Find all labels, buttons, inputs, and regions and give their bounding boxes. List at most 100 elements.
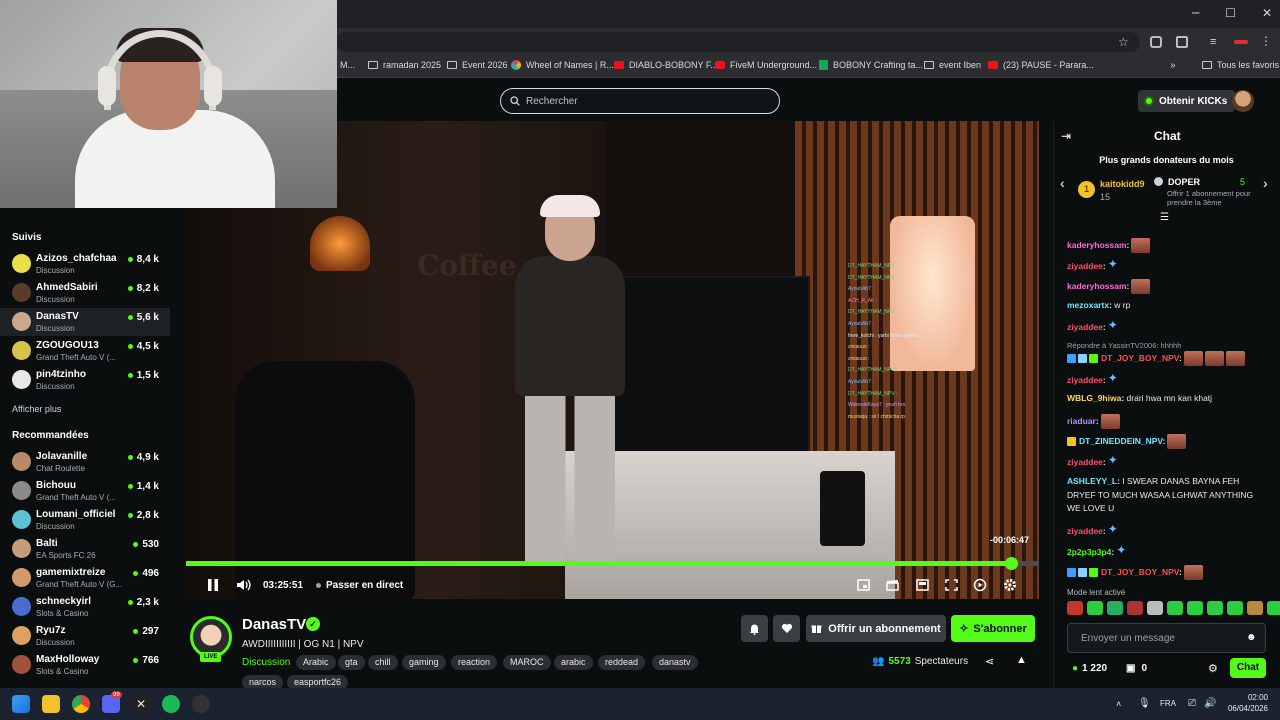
tag[interactable]: reddead — [598, 655, 646, 670]
sidebar-channel-schneckyirl[interactable]: schneckyirl Slots & Casino 2,3 k — [0, 593, 170, 621]
category-link[interactable]: Discussion — [242, 657, 290, 668]
spotify-icon[interactable] — [162, 695, 180, 713]
progress-bar[interactable] — [186, 561, 1011, 566]
sidebar-channel-bichouu[interactable]: Bichouu Grand Theft Auto V (... 1,4 k — [0, 477, 170, 505]
pause-button[interactable] — [207, 578, 219, 597]
emote[interactable] — [1167, 601, 1183, 615]
emote[interactable] — [1267, 601, 1280, 615]
tag[interactable]: gaming — [402, 655, 446, 670]
minimize-icon[interactable]: ─ — [1192, 6, 1199, 20]
sidebar-channel-jolavanille[interactable]: Jolavanille Chat Roulette 4,9 k — [0, 448, 170, 476]
chevron-right-icon[interactable]: » — [1170, 60, 1176, 71]
emote[interactable] — [1147, 601, 1163, 615]
settings-button[interactable] — [1003, 578, 1017, 597]
network-icon[interactable]: ⎚ — [1188, 698, 1196, 709]
bookmark-item[interactable]: DIABLO-BOBONY F... — [614, 60, 718, 70]
windows-start-icon[interactable] — [12, 695, 30, 713]
chrome-icon[interactable] — [72, 695, 90, 713]
playlist-icon[interactable]: ≡ — [1210, 36, 1216, 48]
chat-message-input[interactable]: Envoyer un message — [1067, 623, 1266, 653]
microphone-icon[interactable]: 🎙 — [1138, 698, 1151, 709]
tag[interactable]: MAROC — [503, 655, 551, 670]
collapse-chat-icon[interactable]: ⇥ — [1061, 129, 1071, 143]
bookmark-item[interactable]: event Iben — [924, 60, 981, 70]
search-input[interactable]: Rechercher — [500, 88, 780, 114]
profile-flag-icon[interactable] — [1234, 40, 1248, 44]
clip-button[interactable] — [886, 578, 899, 596]
sidebar-channel-zgougou13[interactable]: ZGOUGOU13 Grand Theft Auto V (... 4,5 k — [0, 337, 170, 365]
gift-subscription-button[interactable]: Offrir un abonnement — [806, 615, 946, 642]
emote[interactable] — [1247, 601, 1263, 615]
chevron-up-icon[interactable]: ˄ — [1116, 699, 1121, 709]
user-avatar[interactable] — [1232, 90, 1254, 112]
get-kicks-button[interactable]: Obtenir KICKs — [1138, 90, 1236, 112]
chat-settings-icon[interactable]: ⚙ — [1208, 662, 1218, 675]
sidebar-channel-balti[interactable]: Balti EA Sports FC 26 530 — [0, 535, 170, 563]
tag[interactable]: arabic — [554, 655, 593, 670]
sidebar-channel-maxholloway[interactable]: MaxHolloway Slots & Casino 766 — [0, 651, 170, 679]
sidebar-channel-azizos[interactable]: Azizos_chafchaa Discussion 8,4 k — [0, 250, 170, 278]
progress-handle[interactable] — [1005, 557, 1018, 570]
maximize-icon[interactable]: ☐ — [1225, 6, 1236, 20]
sidebar-channel-loumani[interactable]: Loumani_officiel Discussion 2,8 k — [0, 506, 170, 534]
bookmark-item[interactable]: ramadan 2025 — [368, 60, 441, 70]
bookmark-item[interactable]: Event 2026 — [447, 60, 508, 70]
subscribe-button[interactable]: ✧ S'abonner — [951, 615, 1035, 642]
chevron-left-icon[interactable]: ‹ — [1060, 175, 1065, 191]
star-icon[interactable]: ☆ — [1118, 35, 1129, 49]
emote: ✦ — [1116, 543, 1127, 557]
speed-button[interactable] — [973, 578, 987, 597]
sidebar-channel-ryu7z[interactable]: Ryu7z Discussion 297 — [0, 622, 170, 650]
emote[interactable] — [1067, 601, 1083, 615]
emote[interactable] — [1207, 601, 1223, 615]
tag[interactable]: chill — [368, 655, 398, 670]
app-icon[interactable] — [192, 695, 210, 713]
miniplayer-button[interactable] — [857, 578, 870, 596]
emote[interactable] — [1227, 601, 1243, 615]
notification-button[interactable] — [741, 615, 768, 642]
chevron-right-icon[interactable]: › — [1263, 175, 1268, 191]
tag[interactable]: Arabic — [296, 655, 336, 670]
bookmark-item[interactable]: M... — [340, 60, 355, 70]
pinned-toggle-icon[interactable]: ☰ — [1160, 212, 1169, 223]
show-more-link[interactable]: Afficher plus — [12, 404, 61, 414]
follow-button[interactable] — [773, 615, 800, 642]
tag[interactable]: danastv — [652, 655, 698, 670]
points-balance[interactable]: ▣ 0 — [1126, 663, 1147, 674]
sidebar-channel-pin4tzinho[interactable]: pin4tzinho Discussion 1,5 k — [0, 366, 170, 394]
bookmark-item[interactable]: BOBONY Crafting ta... — [819, 60, 923, 70]
share-icon[interactable]: ⋖ — [985, 655, 994, 668]
close-icon[interactable]: ✕ — [1262, 6, 1272, 20]
emote[interactable] — [1127, 601, 1143, 615]
puzzle-icon[interactable] — [1176, 36, 1188, 48]
tag[interactable]: gta — [338, 655, 365, 670]
emoji-icon[interactable]: ☻ — [1246, 632, 1257, 643]
fullscreen-button[interactable] — [945, 578, 958, 596]
language-indicator[interactable]: FRA — [1160, 699, 1176, 708]
kicks-balance[interactable]: ● 1 220 — [1072, 663, 1107, 674]
system-clock[interactable]: 02:00 06/04/2026 — [1228, 692, 1268, 714]
emote[interactable] — [1087, 601, 1103, 615]
chat-send-button[interactable]: Chat — [1230, 658, 1266, 678]
sidebar-channel-gamemixtreize[interactable]: gamemixtreize Grand Theft Auto V (G... 4… — [0, 564, 170, 592]
x-app-icon[interactable]: ✕ — [132, 695, 150, 713]
url-field[interactable] — [336, 32, 1140, 52]
channel-name[interactable]: DanasTV — [242, 616, 306, 633]
volume-button[interactable] — [236, 578, 251, 597]
extension-icon[interactable] — [1150, 36, 1162, 48]
more-menu-icon[interactable]: ⋮ — [1260, 34, 1272, 48]
bookmark-item[interactable]: Wheel of Names | R... — [511, 60, 614, 70]
sidebar-channel-ahmedsabiri[interactable]: AhmedSabiri Discussion 8,2 k — [0, 279, 170, 307]
report-icon[interactable]: ▲ — [1016, 654, 1027, 666]
sidebar-channel-danastv[interactable]: DanasTV Discussion 5,6 k — [0, 308, 170, 336]
speaker-icon[interactable]: 🔊 — [1204, 698, 1216, 709]
emote[interactable] — [1107, 601, 1123, 615]
all-bookmarks[interactable]: Tous les favoris — [1202, 60, 1279, 70]
file-explorer-icon[interactable] — [42, 695, 60, 713]
emote[interactable] — [1187, 601, 1203, 615]
bookmark-item[interactable]: FiveM Underground... — [715, 60, 817, 70]
bookmark-item[interactable]: (23) PAUSE - Parara... — [988, 60, 1094, 70]
go-live-button[interactable]: Passer en direct — [316, 580, 403, 591]
theater-button[interactable] — [916, 578, 929, 596]
tag[interactable]: reaction — [451, 655, 498, 670]
